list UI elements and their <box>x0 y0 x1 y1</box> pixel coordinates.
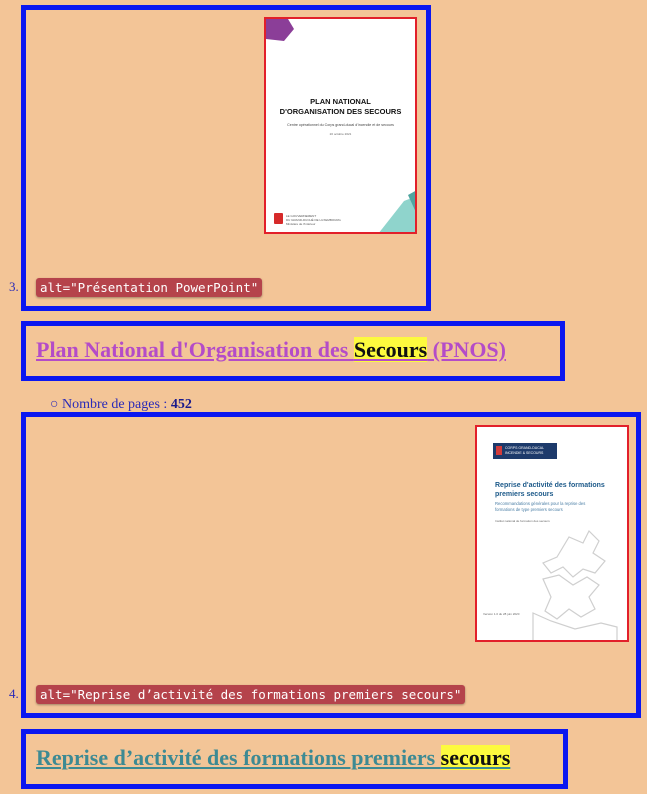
pnos-cover-thumbnail[interactable]: PLAN NATIONAL D'ORGANISATION DES SECOURS… <box>264 17 417 234</box>
page-count-value: 452 <box>170 397 192 412</box>
pnos-link-suffix: (PNOS) <box>427 337 506 362</box>
pnos-link-text: Plan National d'Organisation des <box>36 337 354 362</box>
pnos-title-link[interactable]: Plan National d'Organisation des Secours… <box>36 337 506 363</box>
cover-footer-line3: Ministère de l'Intérieur <box>286 222 316 226</box>
alt-text-badge-4: alt="Reprise d’activité des formations p… <box>36 685 466 704</box>
reprise-title-link[interactable]: Reprise d’activité des formations premie… <box>36 745 511 771</box>
highlight-secours-2: secours <box>440 745 511 770</box>
cover-subtitle: Centre opérationnel du Corps grand-ducal… <box>287 123 394 127</box>
list-number-3: 3. <box>9 279 19 294</box>
circle-bullet-icon: ○ <box>50 397 62 412</box>
page-count-label: Nombre de pages : <box>61 397 171 412</box>
reprise-cover-thumbnail[interactable]: CORPS GRAND-DUCAL INCENDIE & SECOURS Rep… <box>475 425 629 642</box>
list-number-4: 4. <box>9 686 19 701</box>
luxembourg-lion-icon <box>274 213 283 224</box>
reprise-version: Version 1.0 du 28 juin 2020 <box>483 612 520 616</box>
highlight-secours: Secours <box>353 337 428 362</box>
alt-text-badge-3: alt="Présentation PowerPoint" <box>36 278 263 297</box>
cover-date: 20 octobre 2021 <box>329 132 352 136</box>
cgdis-emblem-outline <box>532 529 618 640</box>
cover-title-line1: PLAN NATIONAL <box>310 97 371 106</box>
cover-title-line2: D'ORGANISATION DES SECOURS <box>279 107 402 116</box>
page-count-line: ○ Nombre de pages : 452 <box>50 397 192 413</box>
reprise-link-text: Reprise d’activité des formations premie… <box>36 745 441 770</box>
